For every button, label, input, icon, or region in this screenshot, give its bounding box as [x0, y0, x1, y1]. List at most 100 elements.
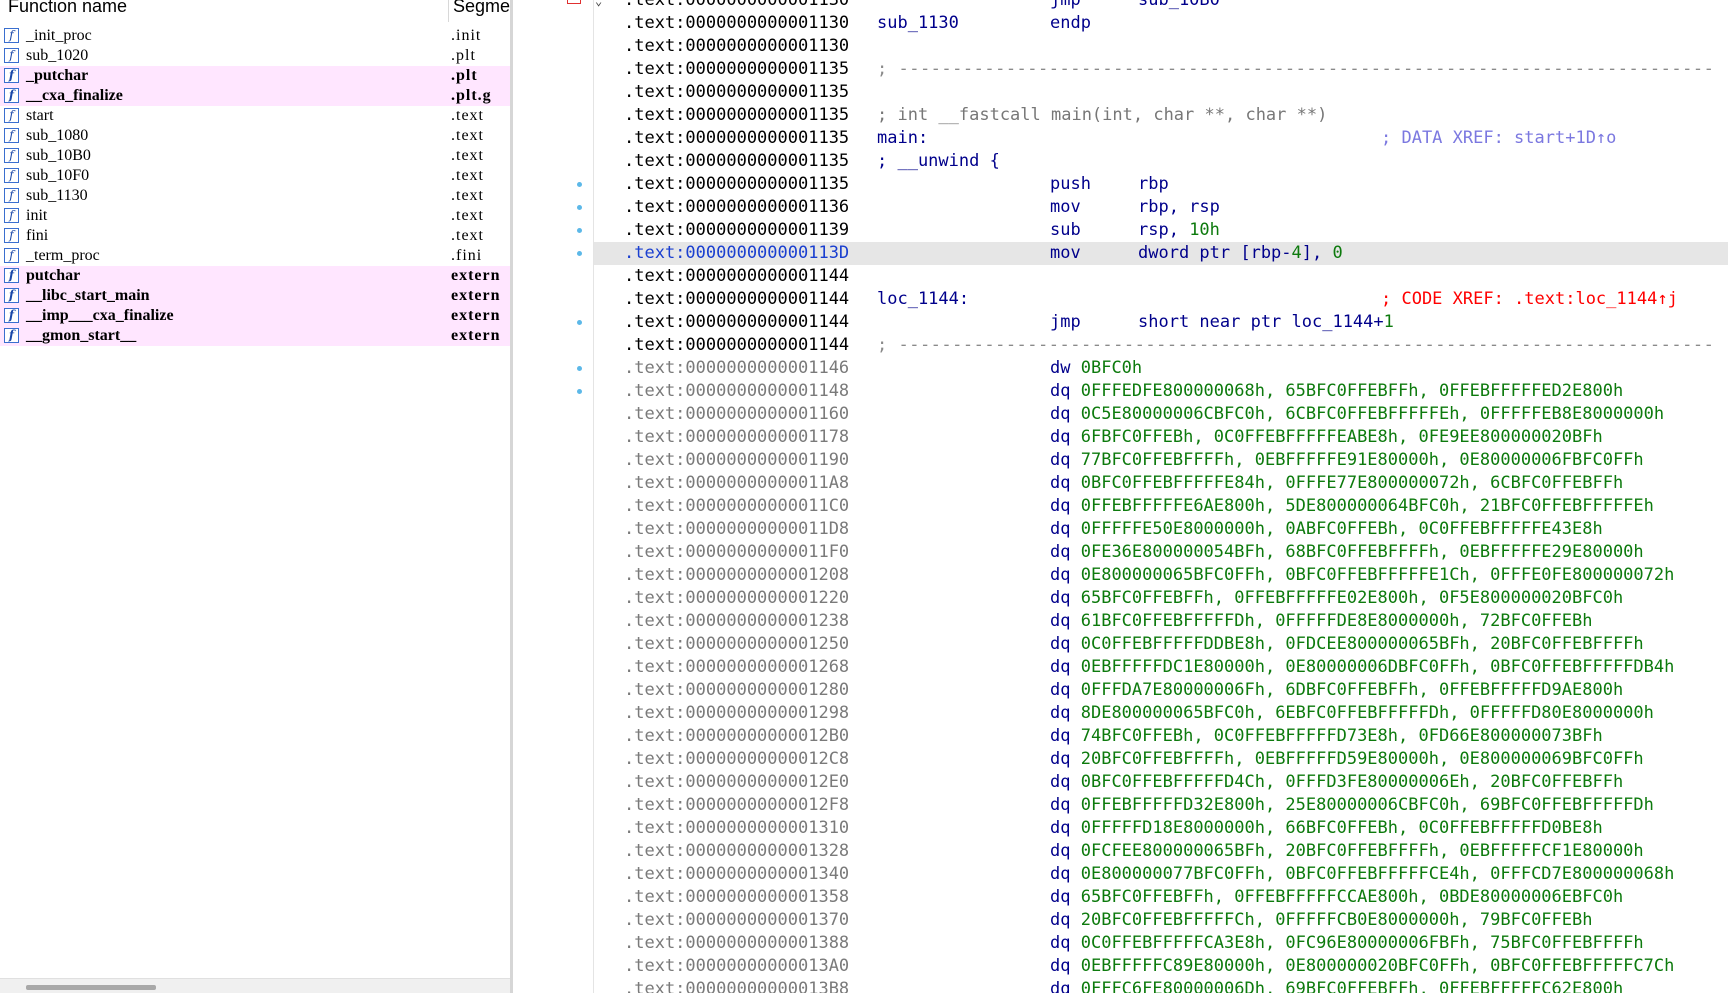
function-row[interactable]: f sub_10B0 .text	[0, 146, 510, 166]
function-segment: .text	[451, 127, 484, 144]
function-row[interactable]: f putchar extern	[0, 266, 510, 286]
instruction-operands[interactable]: short near ptr loc_1144+1	[1138, 311, 1394, 334]
function-row[interactable]: f __gmon_start__ extern	[0, 326, 510, 346]
disasm-line[interactable]: .text:00000000000013A0 dq 0EBFFFFFC89E800…	[594, 955, 1728, 978]
data-values: 0FFEBFFFFFD32E800h, 25E80000006CBFC0h, 6…	[1080, 795, 1654, 815]
code-label[interactable]: ; __unwind {	[877, 150, 1000, 173]
disasm-line[interactable]: .text:00000000000011A8 dq 0BFC0FFEBFFFFFE…	[594, 472, 1728, 495]
data-definition: dq 0E800000065BFC0FFh, 0BFC0FFEBFFFFFE1C…	[1050, 564, 1674, 587]
line-address: .text:0000000000001135	[624, 82, 850, 102]
disasm-line[interactable]: .text:0000000000001135 push rbp	[594, 173, 1728, 196]
disasm-line[interactable]: .text:0000000000001388 dq 0C0FFEBFFFFFCA3…	[594, 932, 1728, 955]
column-separator[interactable]	[448, 0, 449, 22]
disasm-line[interactable]: .text:0000000000001144 jmp short near ptr …	[594, 311, 1728, 334]
functions-pane[interactable]: Function name Segme f _init_proc .init f sub…	[0, 0, 510, 993]
disasm-line[interactable]: .text:00000000000011F0 dq 0FE36E800000054…	[594, 541, 1728, 564]
current-line[interactable]: .text:000000000000113D mov dword ptr [rbp-…	[594, 242, 1728, 265]
functions-horizontal-scrollbar[interactable]	[0, 978, 510, 993]
instruction-operands[interactable]: rbp, rsp	[1138, 196, 1220, 219]
disasm-line[interactable]: .text:0000000000001190 dq 77BFC0FFEBFFFFh…	[594, 449, 1728, 472]
data-values: 8DE800000065BFC0h, 6EBFC0FFEBFFFFFDh, 0F…	[1080, 703, 1654, 723]
disasm-line[interactable]: .text:0000000000001148 dq 0FFFEDFE8000000…	[594, 380, 1728, 403]
data-definition: dq 6FBFC0FFEBh, 0C0FFEBFFFFFEABE8h, 0FE9…	[1050, 426, 1603, 449]
column-segment[interactable]: Segme	[453, 0, 510, 17]
disasm-line[interactable]: .text:0000000000001328 dq 0FCFEE800000065…	[594, 840, 1728, 863]
function-row[interactable]: f sub_1130 .text	[0, 186, 510, 206]
code-label[interactable]: main:	[877, 127, 928, 150]
code-label[interactable]: sub_1130	[877, 12, 959, 35]
function-row[interactable]: f _putchar .plt	[0, 66, 510, 86]
disasm-line[interactable]: .text:0000000000001250 dq 0C0FFEBFFFFFDDB…	[594, 633, 1728, 656]
disasm-line[interactable]: .text:0000000000001370 dq 20BFC0FFEBFFFFF…	[594, 909, 1728, 932]
disasm-line[interactable]: .text:00000000000012B0 dq 74BFC0FFEBh, 0C…	[594, 725, 1728, 748]
functions-header[interactable]: Function name Segme	[0, 0, 510, 22]
disasm-line[interactable]: .text:00000000000012C8 dq 20BFC0FFEBFFFFh…	[594, 748, 1728, 771]
disasm-line[interactable]: .text:0000000000001130 sub_1130 endp	[594, 12, 1728, 35]
data-definition: dq 0FE36E800000054BFh, 68BFC0FFEBFFFFh, …	[1050, 541, 1644, 564]
disasm-line[interactable]: .text:0000000000001144 ; ----------------…	[594, 334, 1728, 357]
column-function-name[interactable]: Function name	[8, 0, 127, 17]
instruction-operands[interactable]: rsp, 10h	[1138, 219, 1220, 242]
disasm-line[interactable]: .text:0000000000001358 dq 65BFC0FFEBFFh, …	[594, 886, 1728, 909]
disasm-line[interactable]: .text:0000000000001135 ; int __fastcall m…	[594, 104, 1728, 127]
disasm-line[interactable]: .text:0000000000001130 jmp sub_10B0	[594, 0, 1728, 12]
data-definition: dw 0BFC0h	[1050, 357, 1142, 380]
disasm-line[interactable]: .text:00000000000011D8 dq 0FFFFFE50E80000…	[594, 518, 1728, 541]
disasm-line[interactable]: .text:0000000000001135 main: ; DATA XREF: …	[594, 127, 1728, 150]
function-row[interactable]: f start .text	[0, 106, 510, 126]
disasm-line[interactable]: .text:0000000000001178 dq 6FBFC0FFEBh, 0C…	[594, 426, 1728, 449]
disasm-line[interactable]: .text:0000000000001310 dq 0FFFFFD18E80000…	[594, 817, 1728, 840]
function-row[interactable]: f _term_proc .fini	[0, 246, 510, 266]
function-icon: f	[4, 88, 19, 103]
function-icon: f	[4, 268, 19, 283]
function-row[interactable]: f __cxa_finalize .plt.g	[0, 86, 510, 106]
disasm-line[interactable]: .text:0000000000001135 ; __unwind {	[594, 150, 1728, 173]
disasm-line[interactable]: .text:0000000000001144	[594, 265, 1728, 288]
data-directive: dq	[1050, 703, 1071, 723]
disasm-line[interactable]: .text:0000000000001208 dq 0E800000065BFC0…	[594, 564, 1728, 587]
scrollbar-thumb[interactable]	[26, 985, 156, 990]
function-icon: f	[4, 48, 19, 63]
disasm-line[interactable]: .text:0000000000001160 dq 0C5E80000006CBF…	[594, 403, 1728, 426]
function-row[interactable]: f init .text	[0, 206, 510, 226]
function-row[interactable]: f sub_1080 .text	[0, 126, 510, 146]
xref-comment[interactable]: ; CODE XREF: .text:loc_1144↑j	[1381, 288, 1678, 311]
disasm-line[interactable]: .text:0000000000001135 ; ----------------…	[594, 58, 1728, 81]
instruction-operands[interactable]: sub_10B0	[1138, 0, 1220, 12]
function-icon: f	[4, 68, 19, 83]
code-label[interactable]: loc_1144:	[877, 288, 969, 311]
disasm-line[interactable]: .text:0000000000001340 dq 0E800000077BFC0…	[594, 863, 1728, 886]
disasm-line[interactable]: .text:00000000000012F8 dq 0FFEBFFFFFD32E8…	[594, 794, 1728, 817]
function-row[interactable]: f sub_10F0 .text	[0, 166, 510, 186]
disasm-line[interactable]: .text:0000000000001144 loc_1144: ; CODE XR…	[594, 288, 1728, 311]
line-address: .text:0000000000001358	[624, 887, 850, 907]
instruction-operands[interactable]: dword ptr [rbp-4], 0	[1138, 242, 1343, 265]
function-row[interactable]: f _init_proc .init	[0, 26, 510, 46]
disasm-line[interactable]: .text:0000000000001280 dq 0FFFDA7E8000000…	[594, 679, 1728, 702]
function-row[interactable]: f sub_1020 .plt	[0, 46, 510, 66]
disasm-line[interactable]: .text:0000000000001135	[594, 81, 1728, 104]
disasm-line[interactable]: .text:0000000000001146 dw 0BFC0h	[594, 357, 1728, 380]
operand-number: 1	[1383, 312, 1394, 332]
disassembly-view[interactable]: ⌄ .text:0000000000001130 jmp sub_10B0 .text…	[513, 0, 1728, 993]
disasm-line[interactable]: .text:00000000000011C0 dq 0FFEBFFFFFE6AE8…	[594, 495, 1728, 518]
function-row[interactable]: f __libc_start_main extern	[0, 286, 510, 306]
disasm-line[interactable]: .text:00000000000012E0 dq 0BFC0FFEBFFFFFD…	[594, 771, 1728, 794]
instruction-mnemonic: mov	[1050, 197, 1081, 217]
disasm-line[interactable]: .text:0000000000001298 dq 8DE800000065BFC…	[594, 702, 1728, 725]
function-row[interactable]: f __imp___cxa_finalize extern	[0, 306, 510, 326]
data-directive: dq	[1050, 611, 1071, 631]
data-definition: dq 65BFC0FFEBFFh, 0FFEBFFFFFE02E800h, 0F…	[1050, 587, 1623, 610]
instruction-operands[interactable]: rbp	[1138, 173, 1169, 196]
disasm-line[interactable]: .text:0000000000001220 dq 65BFC0FFEBFFh, …	[594, 587, 1728, 610]
line-address: .text:0000000000001160	[624, 404, 850, 424]
disasm-line[interactable]: .text:0000000000001130	[594, 35, 1728, 58]
disasm-line[interactable]: .text:0000000000001238 dq 61BFC0FFEBFFFFF…	[594, 610, 1728, 633]
function-row[interactable]: f fini .text	[0, 226, 510, 246]
disasm-line[interactable]: .text:0000000000001268 dq 0EBFFFFFDC1E800…	[594, 656, 1728, 679]
xref-comment[interactable]: ; DATA XREF: start+1D↑o	[1381, 127, 1616, 150]
disasm-line[interactable]: .text:0000000000001136 mov rbp, rsp	[594, 196, 1728, 219]
disasm-line[interactable]: .text:0000000000001139 sub rsp, 10h	[594, 219, 1728, 242]
disasm-line[interactable]: .text:00000000000013B8 dq 0FFFC6FE8000000…	[594, 978, 1728, 993]
function-icon: f	[4, 148, 19, 163]
